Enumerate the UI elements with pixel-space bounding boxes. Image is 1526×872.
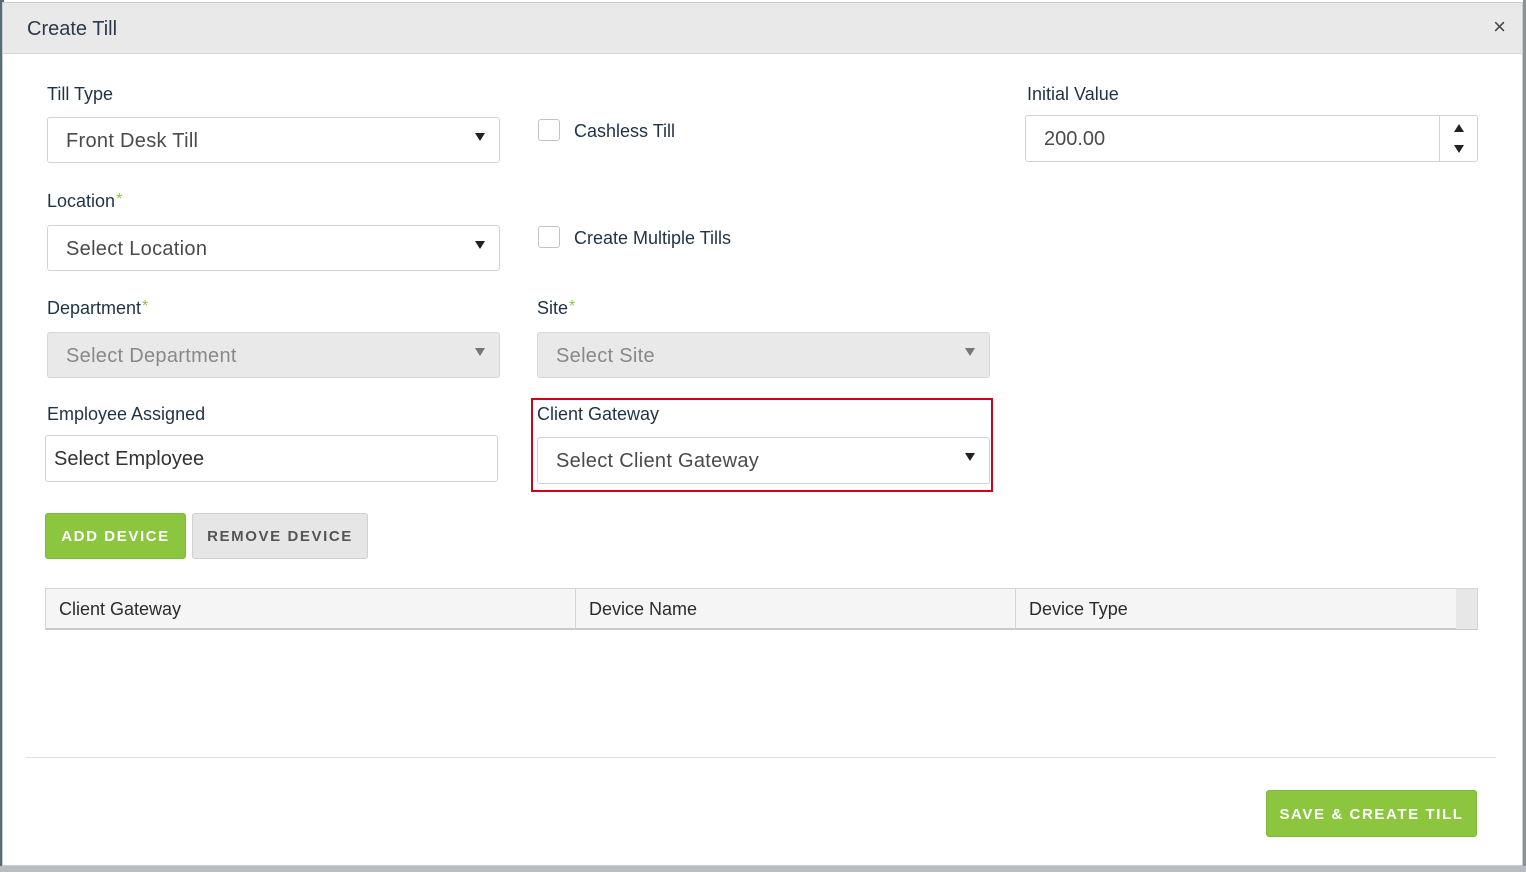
create-multiple-tills-label: Create Multiple Tills — [574, 228, 732, 248]
till-type-label: Till Type — [47, 84, 113, 105]
employee-value: Select Employee — [54, 448, 205, 470]
required-marker: * — [116, 191, 123, 208]
initial-value-label-text: Initial Value — [1027, 84, 1119, 104]
initial-value-label: Initial Value — [1027, 84, 1119, 105]
location-label-text: Location — [47, 191, 116, 211]
column-header-client-gateway[interactable]: Client Gateway — [46, 589, 576, 629]
location-select[interactable]: Select Location — [47, 225, 500, 271]
client-gateway-select[interactable]: Select Client Gateway — [537, 437, 990, 484]
site-label: Site* — [537, 298, 575, 319]
till-type-label-text: Till Type — [47, 84, 114, 104]
client-gateway-label: Client Gateway — [537, 404, 659, 425]
decrement-icon[interactable] — [1454, 145, 1464, 153]
till-type-select[interactable]: Front Desk Till — [47, 117, 500, 163]
department-select: Select Department — [47, 332, 500, 378]
till-type-value: Front Desk Till — [66, 130, 199, 152]
number-spinner — [1439, 116, 1477, 161]
table-scrollbar[interactable] — [1456, 589, 1477, 629]
backdrop-edge — [0, 866, 1526, 872]
increment-icon[interactable] — [1454, 124, 1464, 132]
chevron-down-icon — [475, 133, 485, 141]
chevron-down-icon — [965, 453, 975, 461]
add-device-button[interactable]: ADD DEVICE — [45, 513, 186, 559]
location-value: Select Location — [66, 238, 208, 260]
client-gateway-label-text: Client Gateway — [537, 404, 660, 424]
cashless-till-label: Cashless Till — [574, 121, 676, 141]
employee-assigned-label: Employee Assigned — [47, 404, 205, 425]
chevron-down-icon — [475, 348, 485, 356]
initial-value-input[interactable]: 200.00 — [1025, 115, 1478, 162]
remove-device-button[interactable]: REMOVE DEVICE — [192, 513, 368, 559]
employee-assigned-input[interactable]: Select Employee — [45, 435, 498, 482]
save-and-create-till-button[interactable]: SAVE & CREATE TILL — [1266, 790, 1477, 837]
initial-value-value: 200.00 — [1044, 128, 1106, 150]
column-header-device-type[interactable]: Device Type — [1016, 589, 1457, 629]
location-label: Location* — [47, 191, 122, 212]
department-label-text: Department — [47, 298, 142, 318]
close-icon[interactable]: × — [1493, 15, 1506, 39]
employee-assigned-label-text: Employee Assigned — [47, 404, 206, 424]
modal-header: Create Till × — [3, 3, 1522, 54]
department-label: Department* — [47, 298, 148, 319]
devices-table-header: Client Gateway Device Name Device Type — [45, 588, 1478, 630]
client-gateway-value: Select Client Gateway — [556, 450, 760, 472]
site-select: Select Site — [537, 332, 990, 378]
cashless-till-checkbox[interactable] — [538, 119, 560, 141]
footer-divider — [26, 757, 1496, 758]
chevron-down-icon — [475, 241, 485, 249]
site-label-text: Site — [537, 298, 569, 318]
required-marker: * — [142, 298, 149, 315]
site-value: Select Site — [556, 345, 655, 367]
column-header-device-name[interactable]: Device Name — [576, 589, 1016, 629]
required-marker: * — [569, 298, 576, 315]
create-multiple-tills-checkbox[interactable] — [538, 226, 560, 248]
department-value: Select Department — [66, 345, 237, 367]
chevron-down-icon — [965, 348, 975, 356]
modal-title: Create Till — [27, 18, 118, 40]
